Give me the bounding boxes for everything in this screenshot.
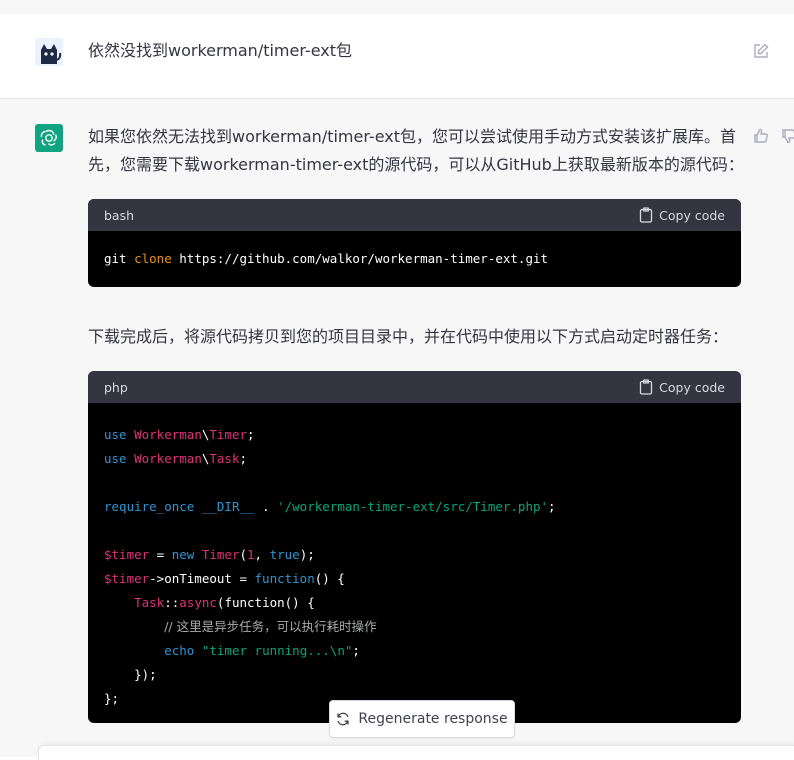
code-block-header: php Copy code (88, 371, 741, 403)
code-line: Task::async(function() { (134, 595, 315, 610)
feedback-buttons (752, 127, 794, 145)
edit-icon[interactable] (752, 42, 770, 60)
user-message-text: 依然没找到workerman/timer-ext包 (88, 41, 352, 60)
code-line: use Workerman\Task; (104, 451, 248, 466)
code-line: echo "timer running...\n"; (164, 643, 360, 658)
assistant-message-row: 如果您依然无法找到workerman/timer-ext包，您可以尝试使用手动方… (0, 99, 794, 757)
code-line: }); (134, 667, 157, 682)
code-line: require_once __DIR__ . '/workerman-timer… (104, 499, 556, 514)
code-block-php: php Copy code use Workerman\Timer; use Wo… (88, 371, 741, 723)
code-block-bash: bash Copy code git clone https://github.… (88, 199, 741, 287)
copy-code-button[interactable]: Copy code (639, 379, 725, 395)
code-line: git clone https://github.com/walkor/work… (104, 251, 549, 266)
previous-message-strip (0, 0, 794, 15)
clipboard-icon (640, 207, 653, 223)
openai-logo-icon (35, 124, 63, 152)
code-line: $timer->onTimeout = function() { (104, 571, 345, 586)
clipboard-icon (640, 379, 653, 395)
cat-avatar-icon (35, 38, 63, 66)
code-line: // 这里是异步任务，可以执行耗时操作 (164, 619, 377, 634)
code-language-label: bash (104, 207, 135, 223)
copy-code-label: Copy code (659, 207, 725, 223)
copy-code-label: Copy code (659, 379, 725, 395)
regenerate-label: Regenerate response (358, 711, 508, 727)
thumbs-up-icon[interactable] (752, 127, 770, 145)
code-block-header: bash Copy code (88, 199, 741, 231)
refresh-icon (337, 712, 350, 726)
message-input-edge[interactable] (38, 745, 794, 760)
code-line: $timer = new Timer(1, true); (104, 547, 315, 562)
user-message-row: 依然没找到workerman/timer-ext包 (0, 14, 794, 99)
code-line: use Workerman\Timer; (104, 427, 255, 442)
copy-code-button[interactable]: Copy code (639, 207, 725, 223)
assistant-paragraph-2: 下载完成后，将源代码拷贝到您的项目目录中，并在代码中使用以下方式启动定时器任务： (88, 327, 729, 346)
regenerate-response-button[interactable]: Regenerate response (329, 700, 515, 738)
thumbs-down-icon[interactable] (780, 127, 794, 145)
assistant-paragraph-1: 如果您依然无法找到workerman/timer-ext包，您可以尝试使用手动方… (88, 127, 744, 174)
code-content: git clone https://github.com/walkor/work… (88, 231, 741, 271)
code-content: use Workerman\Timer; use Workerman\Task; r… (88, 403, 741, 711)
code-language-label: php (104, 379, 128, 395)
